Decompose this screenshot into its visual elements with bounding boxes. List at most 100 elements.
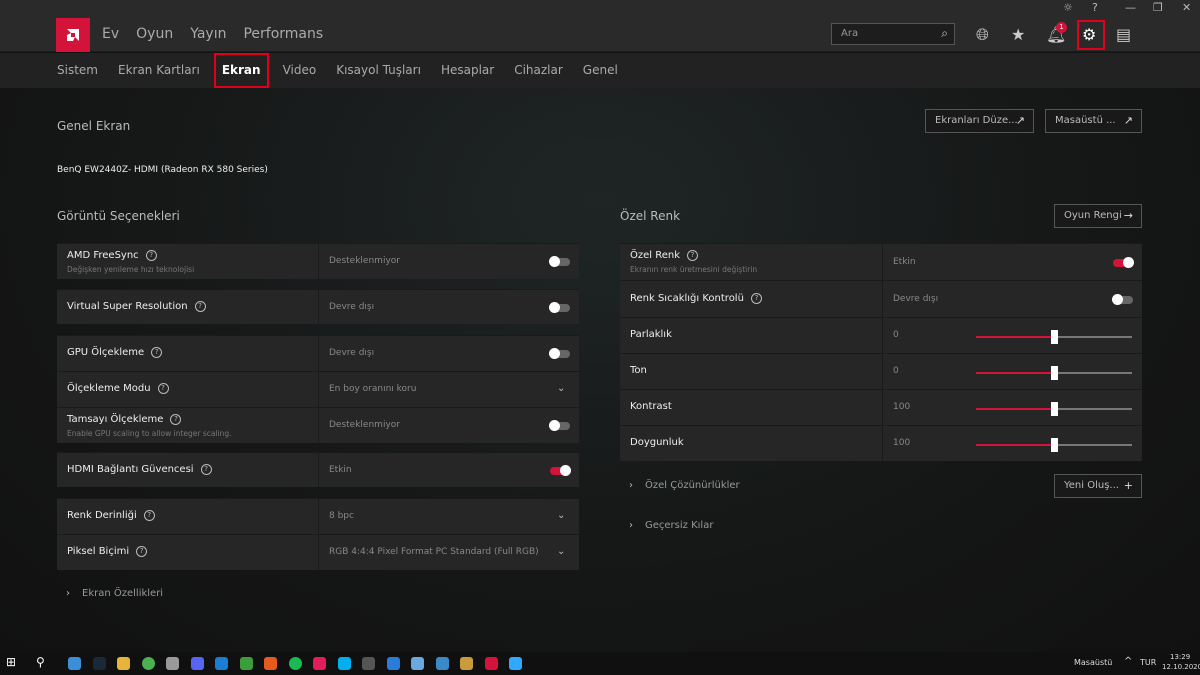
minimize-button[interactable]: —: [1125, 1, 1136, 14]
nav-ev[interactable]: Ev: [102, 26, 119, 42]
chrome-icon[interactable]: [142, 657, 155, 670]
overrides-expander[interactable]: ›Geçersiz Kılar: [629, 520, 713, 531]
custom-resolutions-expander[interactable]: ›Özel Çözünürlükler: [629, 480, 740, 491]
label-text: HDMI Bağlantı Güvencesi: [67, 464, 194, 475]
tab-cihazlar[interactable]: Cihazlar: [504, 53, 573, 88]
setting-row: Piksel Biçimi?RGB 4:4:4 Pixel Format PC …: [57, 534, 579, 570]
divider: [882, 426, 883, 461]
amd-radeon-icon[interactable]: [485, 657, 498, 670]
setting-row: Doygunluk100: [620, 425, 1142, 461]
app-icon[interactable]: [264, 657, 277, 670]
skype-icon[interactable]: [338, 657, 351, 670]
help-icon[interactable]: ?: [687, 250, 698, 261]
slider[interactable]: [976, 444, 1132, 446]
label-text: Tamsayı Ölçekleme: [67, 414, 163, 425]
tab-hesaplar[interactable]: Hesaplar: [431, 53, 504, 88]
tab-ekran-kartlari[interactable]: Ekran Kartları: [108, 53, 210, 88]
setting-value: Etkin: [893, 257, 916, 267]
app-icon[interactable]: [387, 657, 400, 670]
help-icon[interactable]: ?: [751, 293, 762, 304]
help-icon[interactable]: ?: [1092, 1, 1098, 14]
help-icon[interactable]: ?: [136, 546, 147, 557]
globe-icon[interactable]: 🌐︎: [976, 25, 989, 45]
tray-chevron-icon[interactable]: ^: [1124, 656, 1132, 667]
desktop-button[interactable]: Masaüstü ...↗: [1045, 109, 1142, 133]
help-icon[interactable]: ?: [151, 347, 162, 358]
spotify-icon[interactable]: [289, 657, 302, 670]
toggle-switch[interactable]: [550, 350, 570, 358]
chevron-down-icon[interactable]: ⌄: [557, 383, 565, 394]
panel-icon[interactable]: ▤: [1116, 25, 1131, 44]
settings-group: GPU Ölçekleme?Devre dışı Ölçekleme Modu?…: [57, 335, 579, 443]
language-indicator[interactable]: TUR: [1140, 658, 1156, 667]
search-input[interactable]: Ara⌕: [831, 23, 955, 45]
folder-icon[interactable]: [117, 657, 130, 670]
app-icon[interactable]: [362, 657, 375, 670]
expander-label: Ekran Özellikleri: [82, 588, 163, 599]
file-explorer-icon[interactable]: [68, 657, 81, 670]
slider[interactable]: [976, 336, 1132, 338]
create-new-button[interactable]: Yeni Oluş...+: [1054, 474, 1142, 498]
setting-label: GPU Ölçekleme?: [67, 347, 162, 358]
game-color-button[interactable]: Oyun Rengi→: [1054, 204, 1142, 228]
clock-date[interactable]: 12.10.2020: [1162, 663, 1200, 671]
help-icon[interactable]: ?: [146, 250, 157, 261]
xbox-icon[interactable]: [240, 657, 253, 670]
tab-sistem[interactable]: Sistem: [47, 53, 108, 88]
app-icon[interactable]: [436, 657, 449, 670]
slack-icon[interactable]: [313, 657, 326, 670]
app-icon[interactable]: [215, 657, 228, 670]
slider-thumb[interactable]: [1051, 330, 1058, 344]
top-nav: Ev Oyun Yayın Performans Ara⌕ 🌐︎ ★ 🔔︎ 1 …: [0, 18, 1200, 52]
discord-icon[interactable]: [191, 657, 204, 670]
setting-label: Kontrast: [630, 401, 672, 412]
restore-button[interactable]: ❐: [1153, 1, 1163, 14]
display-properties-expander[interactable]: ›Ekran Özellikleri: [66, 588, 163, 599]
amd-logo[interactable]: [56, 18, 90, 52]
photoshop-icon[interactable]: [509, 657, 522, 670]
chevron-down-icon[interactable]: ⌄: [557, 510, 565, 521]
steam-icon[interactable]: [93, 657, 106, 670]
tab-kisayol[interactable]: Kısayol Tuşları: [326, 53, 431, 88]
desktop-toolbar[interactable]: Masaüstü: [1074, 658, 1112, 667]
slider-thumb[interactable]: [1051, 402, 1058, 416]
toggle-switch[interactable]: [1113, 259, 1133, 267]
app-icon[interactable]: [411, 657, 424, 670]
search-icon[interactable]: ⌕: [941, 26, 948, 41]
slider-thumb[interactable]: [1051, 366, 1058, 380]
help-icon[interactable]: ?: [201, 464, 212, 475]
divider: [882, 390, 883, 425]
custom-color-group: Özel Renk?Ekranın renk üretmesini değişt…: [620, 243, 1142, 461]
tab-video[interactable]: Video: [273, 53, 327, 88]
chevron-right-icon: ›: [629, 520, 633, 531]
help-icon[interactable]: ?: [144, 510, 155, 521]
toggle-switch[interactable]: [550, 422, 570, 430]
toggle-switch[interactable]: [1113, 296, 1133, 304]
chevron-down-icon[interactable]: ⌄: [557, 546, 565, 557]
slider-thumb[interactable]: [1051, 438, 1058, 452]
help-icon[interactable]: ?: [170, 414, 181, 425]
tab-genel[interactable]: Genel: [573, 53, 628, 88]
toggle-switch[interactable]: [550, 467, 570, 475]
toggle-switch[interactable]: [550, 258, 570, 266]
help-icon[interactable]: ?: [195, 301, 206, 312]
toggle-switch[interactable]: [550, 304, 570, 312]
slider[interactable]: [976, 408, 1132, 410]
league-icon[interactable]: [460, 657, 473, 670]
nav-yayin[interactable]: Yayın: [190, 26, 226, 42]
nav-oyun[interactable]: Oyun: [136, 26, 173, 42]
start-icon[interactable]: ⊞: [6, 655, 16, 669]
button-label: Oyun Rengi: [1064, 210, 1122, 221]
slider[interactable]: [976, 372, 1132, 374]
nav-performans[interactable]: Performans: [243, 26, 323, 42]
tab-ekran[interactable]: Ekran: [214, 53, 269, 88]
app-icon[interactable]: [166, 657, 179, 670]
search-icon[interactable]: ⚲: [36, 655, 45, 669]
gear-icon[interactable]: ⚙: [1082, 25, 1096, 44]
help-icon[interactable]: ?: [158, 383, 169, 394]
arrange-displays-button[interactable]: Ekranları Düze...↗: [925, 109, 1034, 133]
close-button[interactable]: ✕: [1182, 1, 1191, 14]
bug-report-icon[interactable]: ☼: [1063, 1, 1073, 14]
clock-time[interactable]: 13:29: [1170, 653, 1190, 661]
star-icon[interactable]: ★: [1011, 25, 1025, 44]
